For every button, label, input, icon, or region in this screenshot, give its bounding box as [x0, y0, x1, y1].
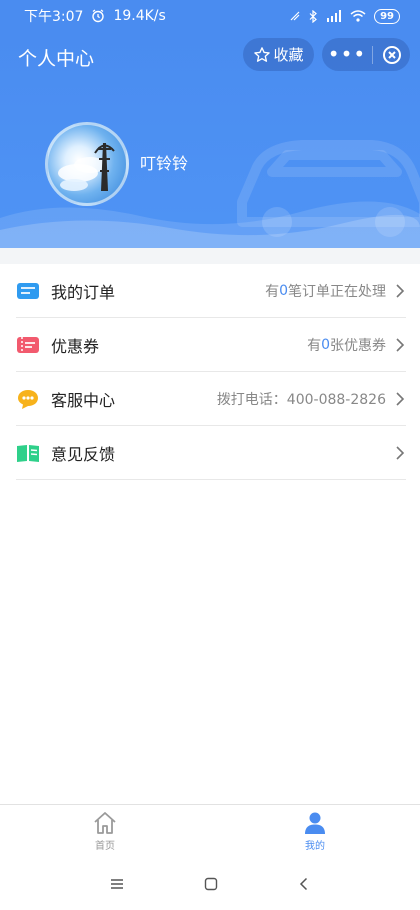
header-wave — [0, 201, 420, 248]
avatar-tower-icon — [58, 143, 115, 191]
menu-icon[interactable] — [109, 877, 125, 891]
alarm-icon — [92, 9, 105, 23]
bluetooth-icon — [309, 9, 317, 23]
miniprogram-capsule: ••• — [322, 38, 410, 71]
battery-icon: 99 — [374, 8, 400, 24]
close-icon — [382, 45, 401, 64]
page-title: 个人中心 — [18, 48, 95, 70]
chevron-right-icon — [396, 283, 405, 298]
menu-list: 我的订单 有 0 笔订单正在处理 优惠券 有 0 张优惠券 客服中心 拨打电话：… — [0, 264, 420, 480]
favorite-button[interactable]: 收藏 — [243, 38, 314, 71]
favorite-label: 收藏 — [273, 46, 304, 64]
menu-item-feedback[interactable]: 意见反馈 — [16, 426, 406, 480]
coupon-icon — [16, 333, 40, 357]
menu-item-orders[interactable]: 我的订单 有 0 笔订单正在处理 — [16, 264, 406, 318]
chevron-right-icon — [396, 337, 405, 352]
menu-label-feedback: 意见反馈 — [51, 444, 116, 464]
status-time: 下午3:07 — [24, 9, 84, 25]
ticket-icon — [16, 279, 40, 303]
orders-count: 0 — [279, 282, 288, 299]
nfc-icon — [290, 11, 300, 21]
orders-info-suffix: 笔订单正在处理 — [288, 283, 386, 300]
orders-info: 有 0 笔订单正在处理 — [265, 281, 406, 301]
menu-item-customer-service[interactable]: 客服中心 拨打电话：400-088-2826 — [16, 372, 406, 426]
tab-mine[interactable]: 我的 — [210, 805, 420, 858]
menu-item-coupons[interactable]: 优惠券 有 0 张优惠券 — [16, 318, 406, 372]
book-icon — [16, 441, 40, 465]
battery-level: 99 — [380, 10, 394, 22]
system-nav-bar — [0, 858, 420, 910]
user-icon — [305, 812, 325, 834]
tab-home[interactable]: 首页 — [0, 805, 210, 858]
orders-info-prefix: 有 — [265, 283, 280, 300]
coupons-count: 0 — [321, 336, 330, 353]
star-icon — [254, 46, 271, 62]
network-speed: 19.4K/s — [113, 8, 166, 24]
coupons-info: 有 0 张优惠券 — [307, 335, 406, 355]
feedback-info — [386, 445, 406, 461]
chevron-right-icon — [396, 445, 405, 460]
customer-service-info: 拨打电话：400-088-2826 — [217, 389, 406, 409]
home-square-icon[interactable] — [203, 876, 219, 892]
close-button[interactable] — [373, 45, 410, 65]
more-button[interactable]: ••• — [322, 38, 372, 71]
tab-mine-label: 我的 — [305, 841, 325, 852]
back-icon[interactable] — [297, 876, 311, 892]
username[interactable]: 叮铃铃 — [140, 150, 188, 174]
tab-home-label: 首页 — [95, 841, 115, 852]
home-icon — [94, 812, 116, 834]
menu-label-coupons: 优惠券 — [51, 336, 100, 356]
profile-header: 个人中心 收藏 ••• 叮铃铃 — [0, 32, 420, 248]
menu-label-orders: 我的订单 — [51, 282, 116, 302]
signal-icon — [327, 10, 342, 22]
chevron-right-icon — [396, 391, 405, 406]
menu-label-customer-service: 客服中心 — [51, 390, 116, 410]
service-phone: 拨打电话：400-088-2826 — [216, 391, 386, 408]
tab-bar: 首页 我的 — [0, 804, 420, 858]
section-gap — [0, 248, 420, 264]
coupons-info-suffix: 张优惠券 — [330, 337, 386, 354]
chat-icon — [16, 387, 40, 411]
wifi-icon — [350, 10, 366, 22]
status-bar: 下午3:07 19.4K/s 99 — [0, 0, 420, 32]
avatar[interactable] — [45, 122, 129, 206]
coupons-info-prefix: 有 — [307, 337, 322, 354]
